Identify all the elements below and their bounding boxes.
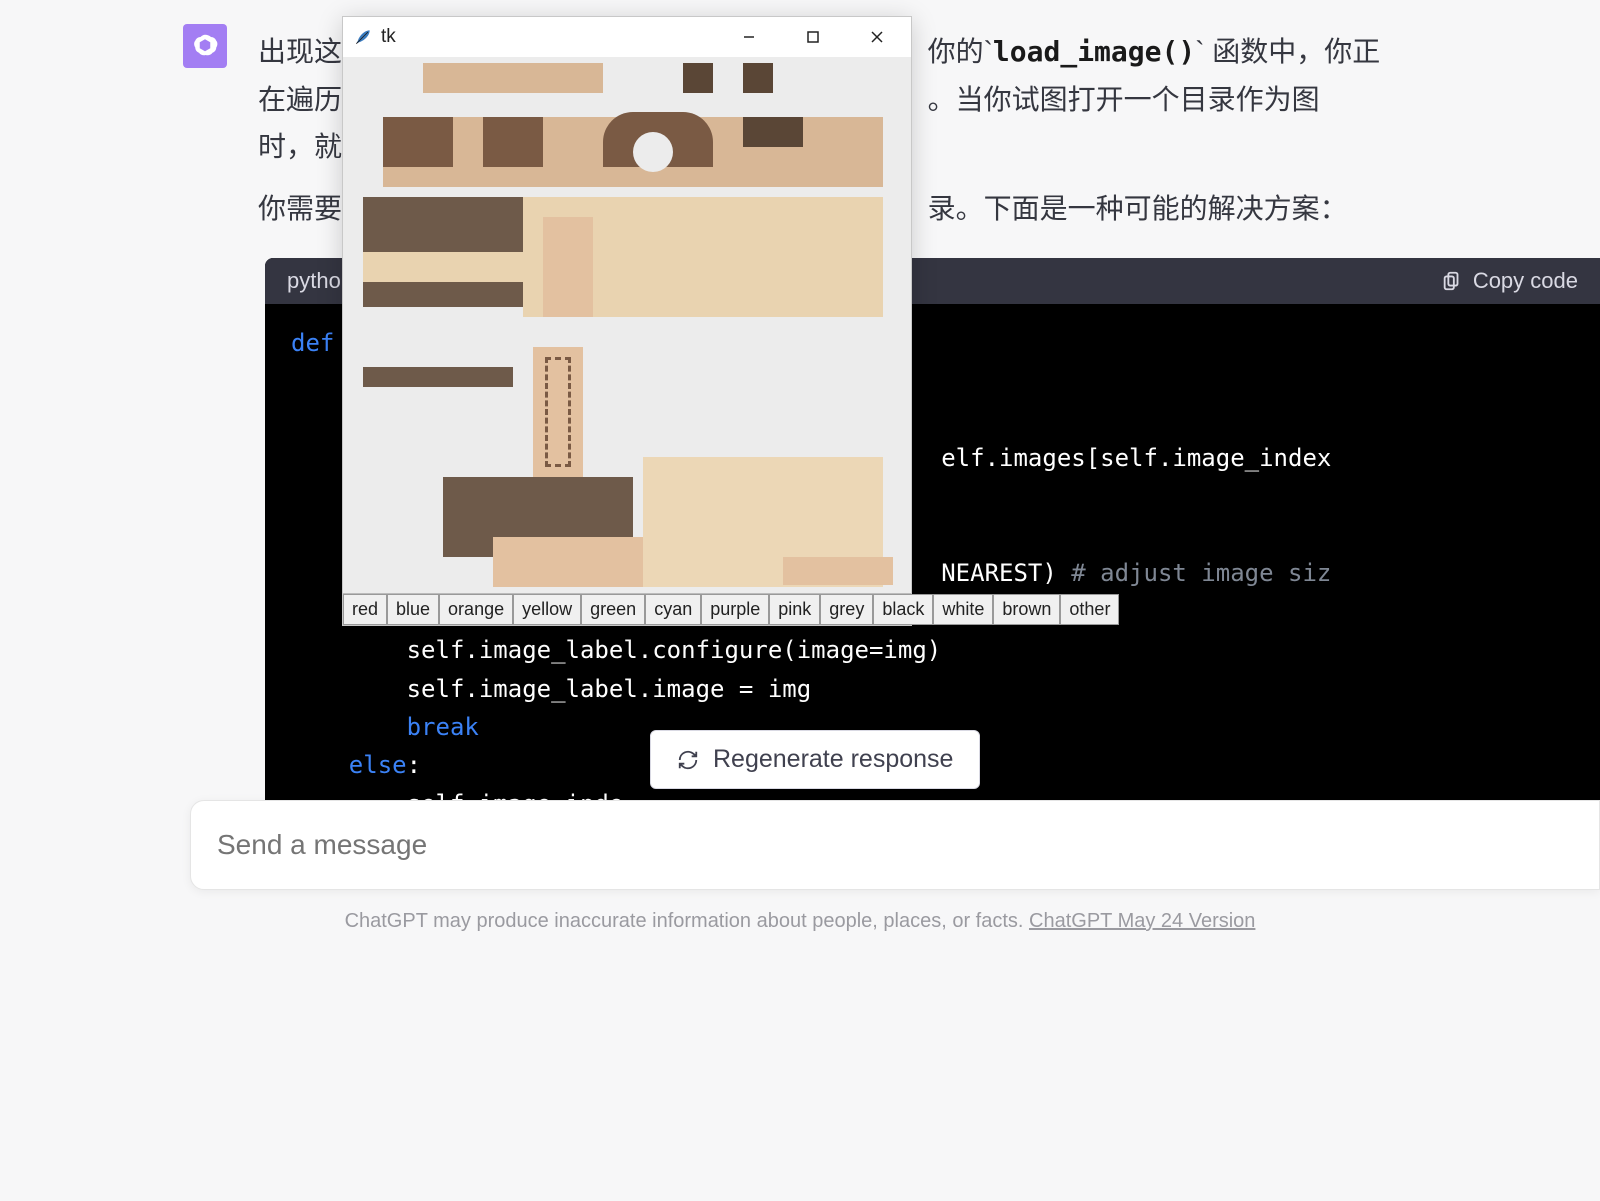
msg-text: 录。下面是一种可能的解决方案： [928,193,1348,224]
inline-code: load_image() [993,35,1195,68]
tk-color-button-row: redblueorangeyellowgreencyanpurplepinkgr… [343,593,911,625]
tk-window: tk redblueorangeyellowgreencyanpurplepin… [342,16,912,626]
message-input[interactable] [217,829,1573,861]
code-comment: # adjust image siz [1071,559,1331,587]
copy-code-label: Copy code [1473,268,1578,294]
clipboard-icon [1441,270,1463,292]
code-text: NEAREST) [941,559,1071,587]
minimize-button[interactable] [721,17,777,57]
color-button-yellow[interactable]: yellow [513,594,581,625]
msg-text: 在遍历 [258,84,342,115]
tk-titlebar[interactable]: tk [343,17,911,57]
msg-text: 时，就 [258,131,342,162]
color-button-cyan[interactable]: cyan [645,594,701,625]
openai-logo-icon [190,31,220,61]
copy-code-button[interactable]: Copy code [1441,268,1578,294]
code-keyword: else [349,751,407,779]
msg-text: ` 函数中，你正 [1195,36,1380,67]
color-button-purple[interactable]: purple [701,594,769,625]
msg-text: 出现这 [258,36,342,67]
color-button-other[interactable]: other [1060,594,1119,625]
regenerate-button[interactable]: Regenerate response [650,730,980,789]
msg-text: 你的` [928,36,993,67]
code-text: self.image_label.image = img [291,675,811,703]
footer-disclaimer: ChatGPT may produce inaccurate informati… [0,910,1600,933]
msg-text: 你需要 [258,193,342,224]
tk-window-title: tk [381,26,713,48]
tk-feather-icon [353,27,373,47]
color-button-pink[interactable]: pink [769,594,820,625]
regenerate-label: Regenerate response [713,745,953,774]
msg-text: 。当你试图打开一个目录作为图 [928,84,1320,115]
color-button-white[interactable]: white [933,594,993,625]
assistant-avatar [183,24,227,68]
color-button-green[interactable]: green [581,594,645,625]
color-button-orange[interactable]: orange [439,594,513,625]
footer-version-link[interactable]: ChatGPT May 24 Version [1029,910,1255,932]
footer-text: ChatGPT may produce inaccurate informati… [345,910,1029,932]
color-button-black[interactable]: black [873,594,933,625]
refresh-icon [677,749,699,771]
color-button-blue[interactable]: blue [387,594,439,625]
color-button-brown[interactable]: brown [993,594,1060,625]
code-text: : [407,751,421,779]
message-input-container[interactable] [190,800,1600,890]
code-text: self.image_label.configure(image=img) [291,636,941,664]
color-button-grey[interactable]: grey [820,594,873,625]
code-text: elf.images[self.image_index [941,444,1331,472]
maximize-button[interactable] [785,17,841,57]
close-button[interactable] [849,17,905,57]
code-keyword: break [291,713,479,741]
code-keyword: def [291,329,334,357]
color-button-red[interactable]: red [343,594,387,625]
code-text [291,751,349,779]
tk-image-canvas [343,57,911,593]
